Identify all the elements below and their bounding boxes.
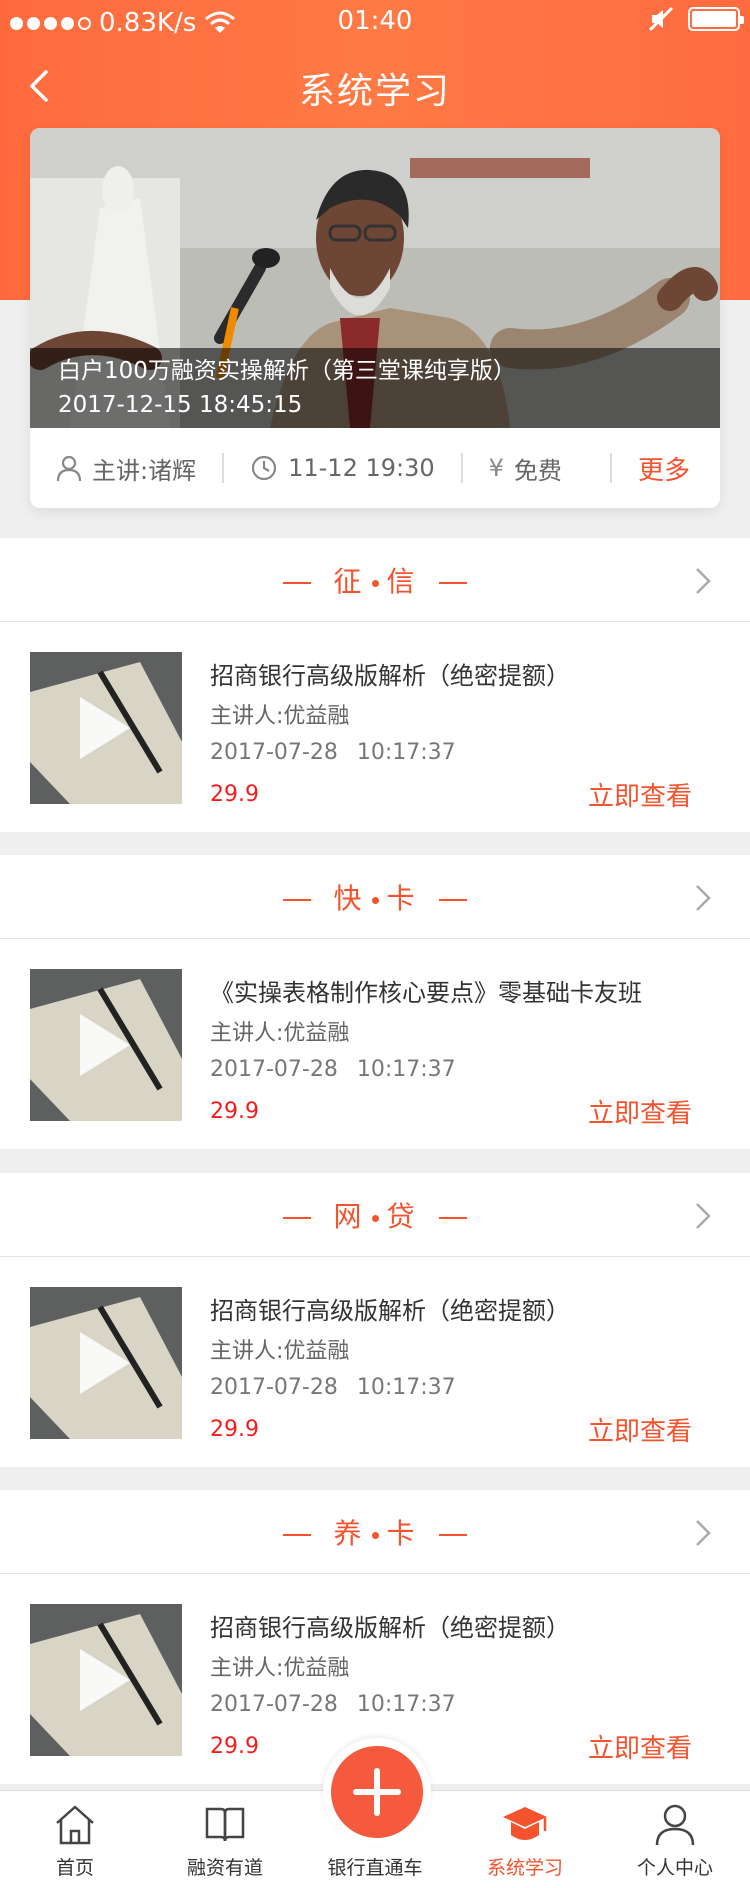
item-title: 《实操表格制作核心要点》零基础卡友班	[210, 979, 642, 1007]
item-price: 29.9	[210, 782, 259, 807]
item-datetime: 2017-07-28 10:17:37	[210, 1692, 456, 1717]
tab-label: 个人中心	[636, 1857, 713, 1879]
section-title: 快卡	[0, 877, 750, 917]
tab-profile[interactable]: 个人中心	[600, 1791, 750, 1888]
price-label: 免费	[513, 456, 562, 485]
list-item[interactable]: 《实操表格制作核心要点》零基础卡友班 主讲人:优益融 2017-07-28 10…	[0, 939, 750, 1149]
speaker-label: 主讲:诸辉	[92, 456, 197, 485]
section-header[interactable]: 养卡	[0, 1490, 750, 1574]
item-datetime: 2017-07-28 10:17:37	[210, 1057, 456, 1082]
home-icon	[56, 1805, 94, 1845]
more-wrap: 更多	[609, 453, 720, 486]
list-item[interactable]: 招商银行高级版解析（绝密提额） 主讲人:优益融 2017-07-28 10:17…	[0, 1257, 750, 1467]
item-datetime: 2017-07-28 10:17:37	[210, 740, 456, 765]
featured-course-card[interactable]: 白户100万融资实操解析（第三堂课纯享版） 2017-12-15 18:45:1…	[30, 128, 720, 508]
video-thumbnail[interactable]	[30, 652, 182, 804]
list-item[interactable]: 招商银行高级版解析（绝密提额） 主讲人:优益融 2017-07-28 10:17…	[0, 622, 750, 832]
chevron-right-icon[interactable]	[694, 1201, 712, 1231]
section-header[interactable]: 征信	[0, 538, 750, 622]
featured-datetime: 2017-12-15 18:45:15	[58, 392, 303, 418]
back-arrow-icon[interactable]	[22, 64, 62, 108]
more-link[interactable]: 更多	[638, 450, 720, 487]
item-speaker: 主讲人:优益融	[210, 1339, 350, 1364]
item-title: 招商银行高级版解析（绝密提额）	[210, 1297, 570, 1325]
tab-home[interactable]: 首页	[0, 1791, 150, 1888]
item-speaker: 主讲人:优益融	[210, 1656, 350, 1681]
status-bar: 0.83K/s 01:40	[0, 0, 750, 44]
price-info: ¥ 免费	[460, 453, 588, 485]
video-thumbnail[interactable]	[30, 1604, 182, 1756]
tab-label: 银行直通车	[327, 1857, 423, 1879]
section-title: 征信	[0, 560, 750, 600]
item-price: 29.9	[210, 1099, 259, 1124]
item-price: 29.9	[210, 1734, 259, 1759]
video-thumbnail[interactable]	[30, 969, 182, 1121]
item-title: 招商银行高级版解析（绝密提额）	[210, 1614, 570, 1642]
status-time: 01:40	[337, 6, 413, 36]
battery-icon	[688, 7, 744, 31]
item-title: 招商银行高级版解析（绝密提额）	[210, 662, 570, 690]
featured-meta: 主讲:诸辉 11-12 19:30 ¥ 免费 更多	[30, 428, 720, 508]
section-title: 网贷	[0, 1195, 750, 1235]
book-icon	[205, 1807, 245, 1842]
time-label: 11-12 19:30	[288, 454, 435, 482]
navigation-bar: 系统学习	[0, 44, 750, 128]
featured-title: 白户100万融资实操解析（第三堂课纯享版）	[58, 358, 516, 384]
tab-label: 首页	[55, 1857, 94, 1879]
play-icon	[30, 652, 182, 804]
graduation-cap-icon	[503, 1807, 547, 1840]
bank-express-button[interactable]	[323, 1738, 431, 1846]
view-now-button[interactable]: 立即查看	[588, 1728, 692, 1765]
clock-icon	[251, 455, 277, 481]
plus-icon	[331, 1746, 423, 1838]
speaker-info: 主讲:诸辉	[30, 453, 222, 485]
view-now-button[interactable]: 立即查看	[588, 1411, 692, 1448]
time-info: 11-12 19:30	[222, 453, 461, 483]
play-icon	[30, 969, 182, 1121]
chevron-right-icon[interactable]	[694, 1518, 712, 1548]
item-speaker: 主讲人:优益融	[210, 1021, 350, 1046]
page-title: 系统学习	[298, 71, 451, 112]
section-header[interactable]: 快卡	[0, 855, 750, 939]
section-online-loan: 网贷 招商银行高级版解析（绝密提额） 主讲人:优益融 2017-07-28 10…	[0, 1173, 750, 1467]
video-thumbnail[interactable]	[30, 1287, 182, 1439]
chevron-right-icon[interactable]	[694, 566, 712, 596]
featured-caption: 白户100万融资实操解析（第三堂课纯享版） 2017-12-15 18:45:1…	[30, 348, 720, 428]
play-icon	[30, 1287, 182, 1439]
section-header[interactable]: 网贷	[0, 1173, 750, 1257]
tab-label: 融资有道	[186, 1857, 263, 1879]
item-price: 29.9	[210, 1417, 259, 1442]
item-speaker: 主讲人:优益融	[210, 704, 350, 729]
view-now-button[interactable]: 立即查看	[588, 776, 692, 813]
tab-financing[interactable]: 融资有道	[150, 1791, 300, 1888]
tab-label: 系统学习	[486, 1857, 563, 1879]
section-credit: 征信 招商银行高级版解析（绝密提额） 主讲人:优益融 2017-07-28 10…	[0, 538, 750, 832]
status-right	[648, 6, 744, 32]
section-fast-card: 快卡 《实操表格制作核心要点》零基础卡友班 主讲人:优益融 2017-07-28…	[0, 855, 750, 1149]
mute-icon	[648, 6, 674, 32]
view-now-button[interactable]: 立即查看	[588, 1093, 692, 1130]
section-title: 养卡	[0, 1512, 750, 1552]
featured-image[interactable]: 白户100万融资实操解析（第三堂课纯享版） 2017-12-15 18:45:1…	[30, 128, 720, 428]
yen-icon: ¥	[488, 454, 504, 482]
user-icon	[56, 455, 82, 482]
user-icon	[655, 1804, 695, 1846]
play-icon	[30, 1604, 182, 1756]
item-datetime: 2017-07-28 10:17:37	[210, 1375, 456, 1400]
chevron-right-icon[interactable]	[694, 883, 712, 913]
tab-system-learning[interactable]: 系统学习	[450, 1791, 600, 1888]
